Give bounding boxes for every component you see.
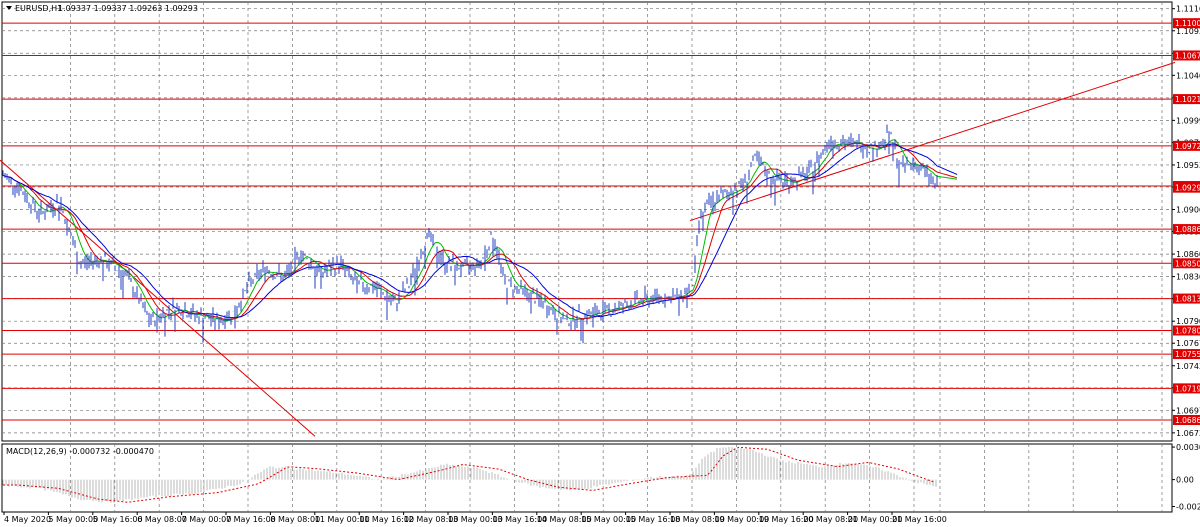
price-tick-label: 1.06970 <box>1176 406 1200 415</box>
chart-header: EURUSD,H1 1.09337 1.09337 1.09263 1.0929… <box>6 4 198 13</box>
level-price-label: 1.07803 <box>1175 326 1200 335</box>
level-price-label: 1.10217 <box>1175 95 1200 104</box>
time-tick-label: 8 May 08:00 <box>270 515 320 524</box>
price-tick-label: 1.08600 <box>1176 250 1200 259</box>
price-tick-label: 1.09065 <box>1176 206 1200 215</box>
price-tick-label: 1.08365 <box>1176 273 1200 282</box>
price-tick-label: 1.07900 <box>1176 317 1200 326</box>
level-price-label: 1.08136 <box>1175 295 1200 304</box>
time-tick-label: 5 May 16:00 <box>93 515 143 524</box>
price-tick-label: 1.07670 <box>1176 339 1200 348</box>
price-tick-label: 1.09530 <box>1176 161 1200 170</box>
macd-tick-label: -0.002490 <box>1176 502 1200 511</box>
price-chart[interactable]: 1.111601.109301.106951.104651.102301.099… <box>0 0 1200 527</box>
macd-label: MACD(12,26,9) -0.000732 -0.000470 <box>6 447 154 456</box>
macd-header: MACD(12,26,9) -0.000732 -0.000470 <box>6 447 154 456</box>
price-tick-label: 1.07435 <box>1176 362 1200 371</box>
price-tick-label: 1.11160 <box>1176 5 1200 14</box>
time-tick-label: 21 May 16:00 <box>892 515 947 524</box>
level-price-label: 1.09729 <box>1175 142 1200 151</box>
level-price-label: 1.07557 <box>1175 350 1200 359</box>
level-price-label: 1.11009 <box>1175 19 1200 28</box>
symbol-label: EURUSD,H1 <box>15 4 62 13</box>
price-tick-label: 1.10465 <box>1176 71 1200 80</box>
macd-tick-label: 0.003016 <box>1176 443 1200 452</box>
time-tick-label: 7 May 00:00 <box>182 515 232 524</box>
ohlc-label: 1.09337 1.09337 1.09263 1.09293 <box>58 4 198 13</box>
time-tick-label: 6 May 08:00 <box>137 515 187 524</box>
time-tick-label: 7 May 16:00 <box>226 515 276 524</box>
price-tick-label: 1.09995 <box>1176 116 1200 125</box>
time-tick-label: 4 May 2020 <box>4 515 51 524</box>
level-price-label: 1.08504 <box>1175 259 1200 268</box>
price-tick-label: 1.06735 <box>1176 429 1200 438</box>
current-price-label: 1.09293 <box>1175 184 1200 193</box>
level-price-label: 1.08861 <box>1175 225 1200 234</box>
level-price-label: 1.10672 <box>1175 51 1200 60</box>
macd-tick-label: 0.00 <box>1176 476 1194 485</box>
level-price-label: 1.07199 <box>1175 384 1200 393</box>
time-tick-label: 5 May 00:00 <box>48 515 98 524</box>
level-price-label: 1.06869 <box>1175 416 1200 425</box>
